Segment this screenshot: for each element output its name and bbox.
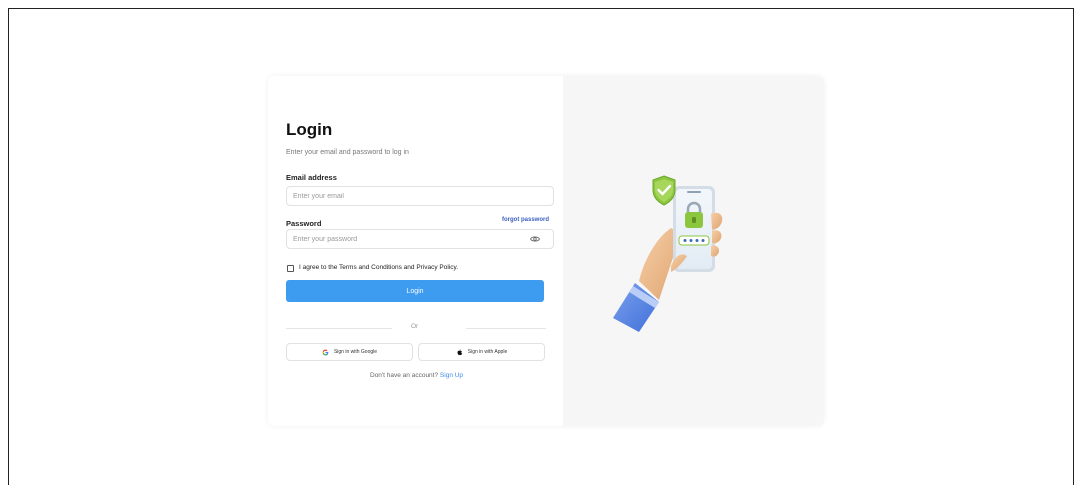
apple-logo-icon bbox=[457, 349, 462, 355]
password-field[interactable] bbox=[286, 229, 554, 249]
forgot-password-link[interactable]: forgot password bbox=[502, 217, 549, 223]
signup-prompt: Don't have an account? Sign Up bbox=[370, 372, 463, 379]
apple-signin-button[interactable]: Sign in with Apple bbox=[418, 343, 545, 361]
signup-link[interactable]: Sign Up bbox=[440, 372, 463, 379]
email-field[interactable] bbox=[286, 186, 554, 206]
terms-label: I agree to the Terms and Conditions and … bbox=[299, 264, 459, 271]
divider-right bbox=[466, 328, 546, 329]
illustration-panel bbox=[563, 76, 824, 426]
page-subtitle: Enter your email and password to log in bbox=[286, 149, 409, 156]
google-signin-label: Sign in with Google bbox=[333, 349, 378, 355]
phone-security-illustration bbox=[613, 175, 723, 332]
login-button[interactable]: Login bbox=[286, 280, 544, 302]
login-card: Login Enter your email and password to l… bbox=[268, 76, 824, 426]
divider-or-text: Or bbox=[411, 323, 419, 330]
password-label: Password bbox=[286, 219, 322, 228]
no-account-text: Don't have an account? bbox=[370, 372, 439, 379]
divider-left bbox=[286, 328, 392, 329]
google-logo-icon bbox=[322, 349, 329, 355]
apple-signin-label: Sign in with Apple bbox=[467, 349, 508, 355]
login-form-panel: Login Enter your email and password to l… bbox=[268, 76, 563, 426]
eye-icon[interactable] bbox=[530, 235, 540, 243]
page-title: Login bbox=[286, 120, 333, 139]
email-label: Email address bbox=[286, 173, 337, 182]
google-signin-button[interactable]: Sign in with Google bbox=[286, 343, 413, 361]
terms-checkbox[interactable] bbox=[287, 265, 294, 272]
